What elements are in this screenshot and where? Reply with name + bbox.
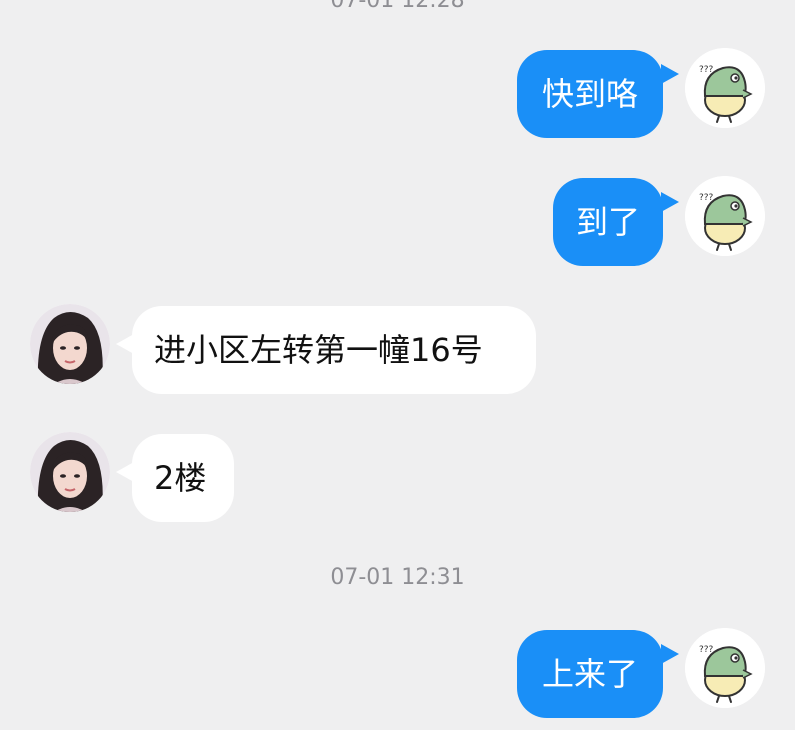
my-avatar[interactable]: ??? xyxy=(685,176,765,256)
message-bubble-outgoing[interactable]: 上来了 xyxy=(517,630,663,718)
message-bubble-incoming[interactable]: 进小区左转第一幢16号 xyxy=(132,306,536,394)
message-bubble-outgoing[interactable]: 快到咯 xyxy=(517,50,663,138)
message-row-incoming: 2楼 xyxy=(0,432,795,522)
my-avatar[interactable]: ??? xyxy=(685,628,765,708)
timestamp-label: 07-01 12:28 xyxy=(330,0,465,13)
contact-avatar[interactable] xyxy=(30,304,110,384)
bubble-tail xyxy=(661,644,679,664)
cartoon-bird-icon: ??? xyxy=(685,176,765,256)
message-row-outgoing: 上来了 ??? xyxy=(0,628,795,718)
my-avatar[interactable]: ??? xyxy=(685,48,765,128)
message-row-incoming: 进小区左转第一幢16号 xyxy=(0,304,795,394)
message-bubble-outgoing[interactable]: 到了 xyxy=(553,178,663,266)
message-row-outgoing: 快到咯 ??? xyxy=(0,48,795,138)
cartoon-bird-icon: ??? xyxy=(685,48,765,128)
timestamp-label: 07-01 12:31 xyxy=(330,565,465,590)
bubble-tail xyxy=(661,192,679,212)
chat-message-list[interactable]: 07-01 12:28 快到咯 ??? 到了 ??? 进小区左转第一幢16号 2… xyxy=(0,0,795,730)
message-bubble-incoming[interactable]: 2楼 xyxy=(132,434,234,522)
cartoon-bird-icon: ??? xyxy=(685,628,765,708)
woman-portrait-icon xyxy=(30,432,110,512)
message-row-outgoing: 到了 ??? xyxy=(0,176,795,266)
bubble-tail xyxy=(661,64,679,84)
contact-avatar[interactable] xyxy=(30,432,110,512)
woman-portrait-icon xyxy=(30,304,110,384)
